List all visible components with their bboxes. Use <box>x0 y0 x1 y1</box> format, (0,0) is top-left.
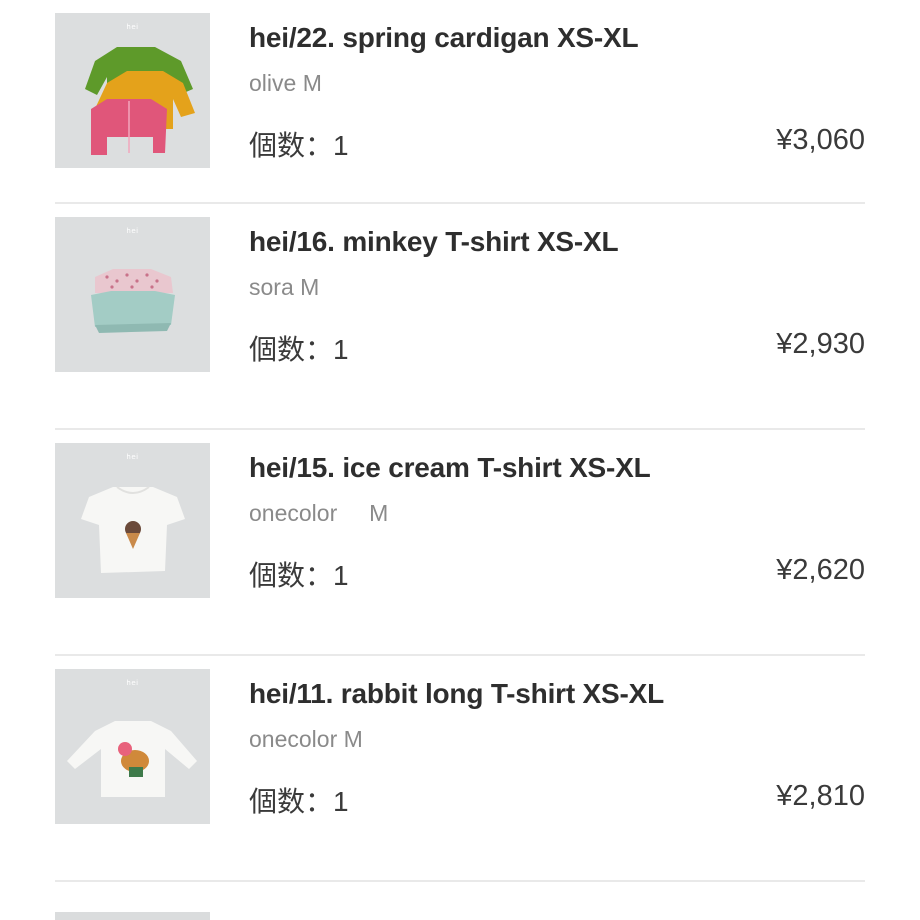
ice-cream-tshirt-image <box>55 443 210 598</box>
product-title[interactable]: hei/16. minkey T-shirt XS-XL <box>249 226 619 258</box>
product-price: ¥3,060 <box>776 124 865 156</box>
rabbit-long-tshirt-image <box>55 669 210 824</box>
cart-item: hei hei/22. spring cardigan XS-XL olive … <box>55 0 865 204</box>
tshirt-stack-image <box>55 217 210 372</box>
next-product-thumbnail-edge <box>55 912 210 920</box>
product-thumbnail[interactable]: hei <box>55 217 210 372</box>
product-variant: onecolor M <box>249 726 363 752</box>
product-price: ¥2,810 <box>776 780 865 812</box>
cart-item: hei hei/15. ice cream T-shirt XS-XL onec… <box>55 430 865 656</box>
product-quantity: 個数：1 <box>249 560 349 591</box>
product-variant: olive M <box>249 70 322 96</box>
cart-item-list: hei hei/22. spring cardigan XS-XL olive … <box>55 0 865 882</box>
product-title[interactable]: hei/11. rabbit long T-shirt XS-XL <box>249 678 664 710</box>
product-price: ¥2,620 <box>776 554 865 586</box>
product-title[interactable]: hei/15. ice cream T-shirt XS-XL <box>249 452 651 484</box>
product-thumbnail[interactable]: hei <box>55 669 210 824</box>
product-quantity: 個数：1 <box>249 130 349 161</box>
product-thumbnail[interactable]: hei <box>55 443 210 598</box>
cart-item: hei hei/16. minkey T-shirt XS-XL sora M … <box>55 204 865 430</box>
thumbnail-brand-mark: hei <box>126 23 139 31</box>
product-variant: onecolor M <box>249 500 389 526</box>
product-quantity: 個数：1 <box>249 786 349 817</box>
cardigan-stack-image <box>55 13 210 168</box>
product-quantity: 個数：1 <box>249 334 349 365</box>
product-title[interactable]: hei/22. spring cardigan XS-XL <box>249 22 639 54</box>
thumbnail-brand-mark: hei <box>126 453 139 461</box>
product-variant: sora M <box>249 274 320 300</box>
thumbnail-brand-mark: hei <box>126 227 139 235</box>
product-thumbnail[interactable]: hei <box>55 13 210 168</box>
cart-item: hei hei/11. rabbit long T-shirt XS-XL on… <box>55 656 865 882</box>
thumbnail-brand-mark: hei <box>126 679 139 687</box>
product-price: ¥2,930 <box>776 328 865 360</box>
